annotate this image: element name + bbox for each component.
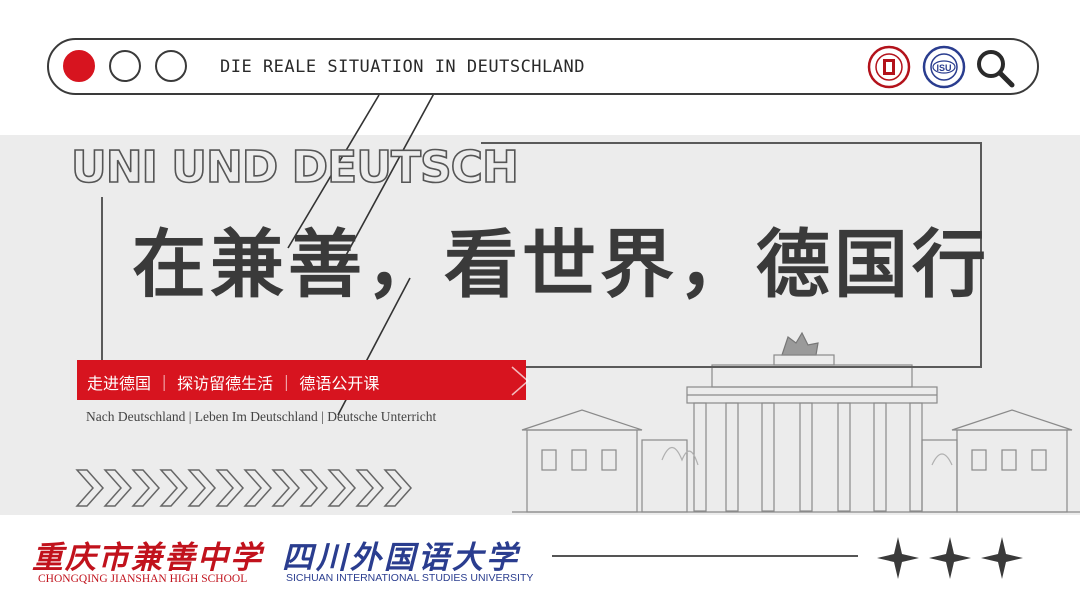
tagline-cn: 走进德国 ｜ 探访留德生活 ｜ 德语公开课 bbox=[87, 374, 380, 393]
school-name-en: CHONGQING JIANSHAN HIGH SCHOOL bbox=[38, 573, 248, 585]
tagline-de: Nach Deutschland | Leben Im Deutschland … bbox=[86, 409, 437, 424]
school-name-cn: 重庆市兼善中学 bbox=[32, 540, 263, 576]
circle-icon bbox=[109, 50, 141, 82]
svg-text:ISU: ISU bbox=[936, 63, 951, 73]
tagline-bar: 走进德国 ｜ 探访留德生活 ｜ 德语公开课 bbox=[77, 360, 526, 400]
outline-title: UNI UND DEUTSCH bbox=[70, 141, 519, 194]
university-name-cn: 四川外国语大学 bbox=[282, 540, 520, 576]
footer-divider bbox=[552, 555, 858, 557]
jianshan-school-seal-icon bbox=[867, 45, 911, 89]
search-icon[interactable] bbox=[974, 47, 1016, 89]
chevron-arrows-icon bbox=[75, 469, 413, 507]
red-bar-accent bbox=[511, 366, 530, 396]
university-name-en: SICHUAN INTERNATIONAL STUDIES UNIVERSITY bbox=[286, 572, 534, 584]
circle-icon bbox=[155, 50, 187, 82]
sparkle-stars-icon bbox=[877, 537, 1023, 579]
sisu-seal-icon: ISU bbox=[922, 45, 966, 89]
red-dot-icon bbox=[63, 50, 95, 82]
header-title: DIE REALE SITUATION IN DEUTSCHLAND bbox=[220, 57, 585, 77]
top-search-bar: DIE REALE SITUATION IN DEUTSCHLAND ISU bbox=[47, 38, 1039, 95]
main-title: 在兼善，看世界，德国行 bbox=[132, 222, 990, 308]
